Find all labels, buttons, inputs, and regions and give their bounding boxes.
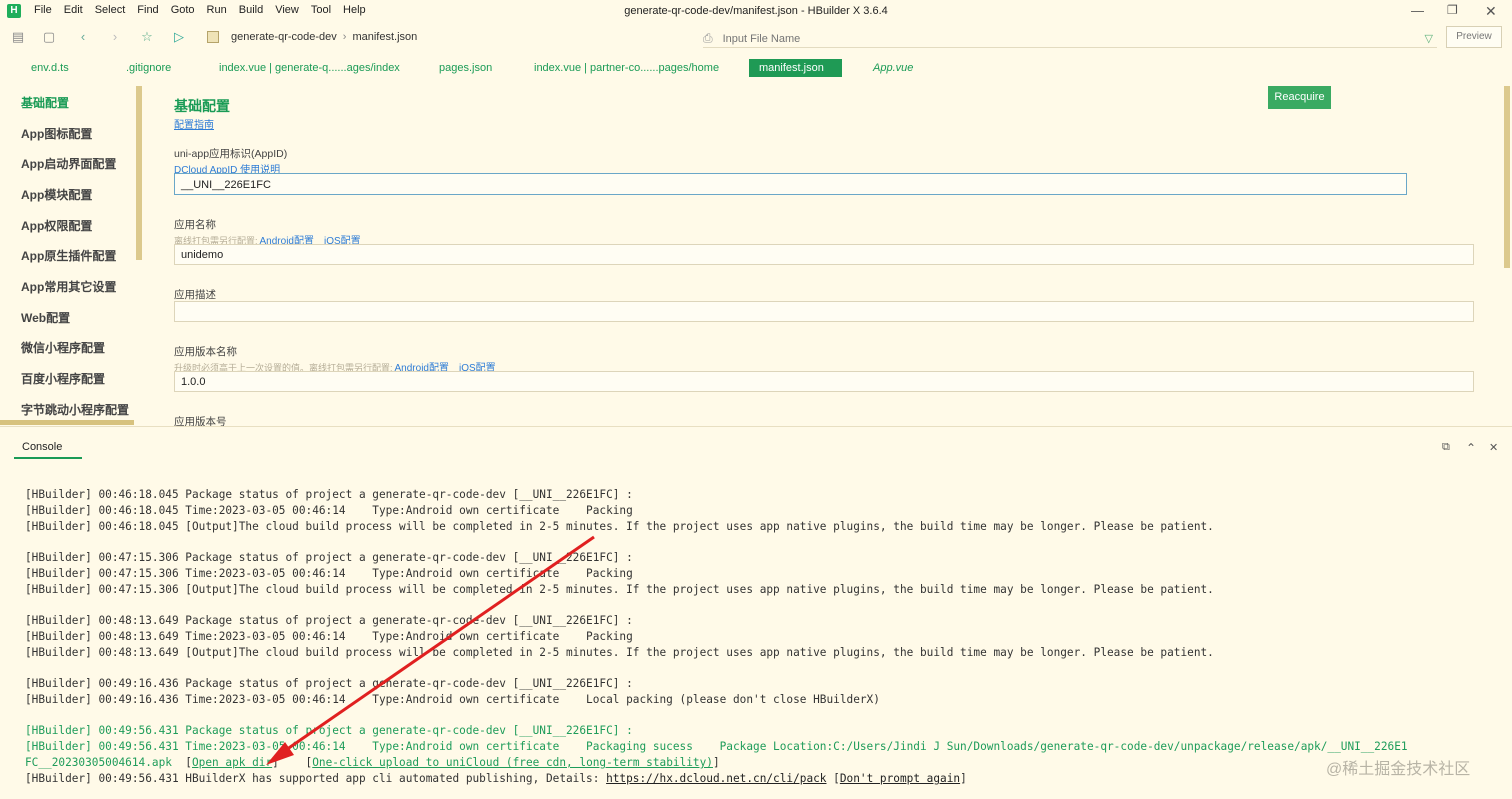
app-name-field[interactable]: unidemo (174, 244, 1474, 265)
file-search-box[interactable]: ⎙ ▽ (703, 30, 1437, 48)
open-apk-dir-link[interactable]: Open apk dir (192, 756, 272, 769)
reacquire-button[interactable]: Reacquire (1268, 86, 1331, 109)
breadcrumb-file[interactable]: manifest.json (352, 31, 417, 43)
sidebar-item-basic[interactable]: 基础配置 (21, 94, 69, 111)
title-bar: H File Edit Select Find Goto Run Build V… (0, 0, 1512, 24)
console-line: [HBuilder] 00:46:18.045 Package status o… (25, 488, 633, 501)
tab-manifest-json[interactable]: manifest.json (749, 59, 842, 77)
editor-tabs: env.d.ts .gitignore index.vue | generate… (0, 57, 1512, 79)
console-collapse-icon[interactable]: ⌃ (1466, 441, 1476, 455)
manifest-form: 基础配置 配置指南 uni-app应用标识(AppID) DCloud AppI… (143, 86, 1503, 426)
project-icon (207, 31, 219, 43)
close-icon[interactable]: ✕ (1485, 3, 1497, 20)
sidebar-item-app-permissions[interactable]: App权限配置 (21, 217, 92, 234)
dont-prompt-link[interactable]: Don't prompt again (840, 772, 960, 785)
breadcrumb-project[interactable]: generate-qr-code-dev (231, 31, 337, 43)
console-line-success: [HBuilder] 00:49:56.431 Time:2023-03-05 … (25, 740, 1408, 753)
console-line: [HBuilder] 00:47:15.306 [Output]The clou… (25, 583, 1214, 596)
version-name-label: 应用版本名称 (174, 346, 237, 358)
sidebar-scrollbar[interactable] (136, 86, 142, 260)
sidebar-item-app-modules[interactable]: App模块配置 (21, 186, 92, 203)
sidebar-item-app-splash[interactable]: App启动界面配置 (21, 155, 116, 172)
console-line: [HBuilder] 00:47:15.306 Package status o… (25, 551, 633, 564)
version-name-field[interactable]: 1.0.0 (174, 371, 1474, 392)
toolbar: ▤ ▢ ‹ › ☆ ▷ generate-qr-code-dev › manif… (0, 26, 1512, 50)
console-line-success: [HBuilder] 00:49:56.431 Package status o… (25, 724, 633, 737)
tab-app-vue[interactable]: App.vue (873, 59, 913, 77)
sidebar-item-bytedance-mp[interactable]: 字节跳动小程序配置 (21, 401, 129, 418)
window-title: generate-qr-code-dev/manifest.json - HBu… (624, 5, 888, 17)
app-desc-field[interactable] (174, 301, 1474, 322)
console-tab[interactable]: Console (14, 441, 82, 459)
watermark: @稀土掘金技术社区 (1326, 761, 1471, 778)
console-line: [HBuilder] 00:48:13.649 [Output]The clou… (25, 646, 1214, 659)
console-line: [HBuilder] 00:49:16.436 Package status o… (25, 677, 633, 690)
form-scrollbar[interactable] (1504, 86, 1510, 268)
app-desc-label: 应用描述 (174, 289, 216, 301)
breadcrumb: generate-qr-code-dev › manifest.json (207, 31, 417, 43)
tab-index-vue-generate[interactable]: index.vue | generate-q......ages/index (219, 59, 400, 77)
console-line-apk: FC__20230305004614.apk [Open apk dir] [O… (25, 756, 720, 769)
sidebar-item-wechat-mp[interactable]: 微信小程序配置 (21, 339, 105, 356)
sidebar-item-app-other[interactable]: App常用其它设置 (21, 278, 116, 295)
console-line: [HBuilder] 00:49:56.431 HBuilderX has su… (25, 772, 967, 785)
file-search-icon: ⎙ (703, 31, 713, 45)
forward-icon[interactable]: › (108, 30, 122, 44)
minimize-icon[interactable]: — (1411, 3, 1424, 18)
tab-pages-json[interactable]: pages.json (439, 59, 492, 77)
sidebar-item-app-icon[interactable]: App图标配置 (21, 125, 92, 142)
apk-filename: FC__20230305004614.apk (25, 756, 172, 769)
maximize-icon[interactable]: ❐ (1447, 3, 1458, 17)
sidebar-item-web[interactable]: Web配置 (21, 309, 70, 326)
appid-field[interactable]: __UNI__226E1FC (174, 173, 1407, 195)
back-icon[interactable]: ‹ (76, 30, 90, 44)
new-file-icon[interactable]: ▤ (11, 30, 25, 44)
sidebar-horizontal-scrollbar[interactable] (0, 420, 134, 425)
sidebar-item-app-native-plugins[interactable]: App原生插件配置 (21, 247, 116, 264)
breadcrumb-separator-icon: › (342, 31, 347, 43)
sidebar-item-baidu-mp[interactable]: 百度小程序配置 (21, 370, 105, 387)
file-search-input[interactable] (720, 31, 1325, 46)
console-line: [HBuilder] 00:47:15.306 Time:2023-03-05 … (25, 567, 633, 580)
filter-icon[interactable]: ▽ (1425, 32, 1433, 45)
section-title: 基础配置 (174, 98, 230, 114)
save-icon[interactable]: ▢ (42, 30, 56, 44)
console-line: [HBuilder] 00:49:16.436 Time:2023-03-05 … (25, 693, 880, 706)
console-line: [HBuilder] 00:48:13.649 Time:2023-03-05 … (25, 630, 633, 643)
tab-index-vue-partner[interactable]: index.vue | partner-co......pages/home (534, 59, 719, 77)
console-line: [HBuilder] 00:48:13.649 Package status o… (25, 614, 633, 627)
upload-unicloud-link[interactable]: One-click upload to uniCloud (free cdn, … (312, 756, 713, 769)
console-export-icon[interactable]: ⧉ (1442, 441, 1450, 454)
config-sidebar: 基础配置 App图标配置 App启动界面配置 App模块配置 App权限配置 A… (0, 86, 143, 426)
console-line: [HBuilder] 00:46:18.045 [Output]The clou… (25, 520, 1214, 533)
console-line: [HBuilder] 00:46:18.045 Time:2023-03-05 … (25, 504, 633, 517)
tab-gitignore[interactable]: .gitignore (126, 59, 171, 77)
appid-label: uni-app应用标识(AppID) (174, 148, 288, 160)
star-icon[interactable]: ☆ (140, 30, 154, 44)
version-code-label: 应用版本号 (174, 416, 227, 426)
run-icon[interactable]: ▷ (172, 30, 186, 44)
tab-env-d-ts[interactable]: env.d.ts (31, 59, 69, 77)
console-close-icon[interactable]: ✕ (1489, 441, 1498, 454)
config-guide-link[interactable]: 配置指南 (174, 116, 214, 131)
cli-docs-link[interactable]: https://hx.dcloud.net.cn/cli/pack (606, 772, 826, 785)
app-name-label: 应用名称 (174, 219, 216, 231)
cli-line-text: [HBuilder] 00:49:56.431 HBuilderX has su… (25, 772, 607, 785)
preview-button[interactable]: Preview (1446, 26, 1502, 48)
